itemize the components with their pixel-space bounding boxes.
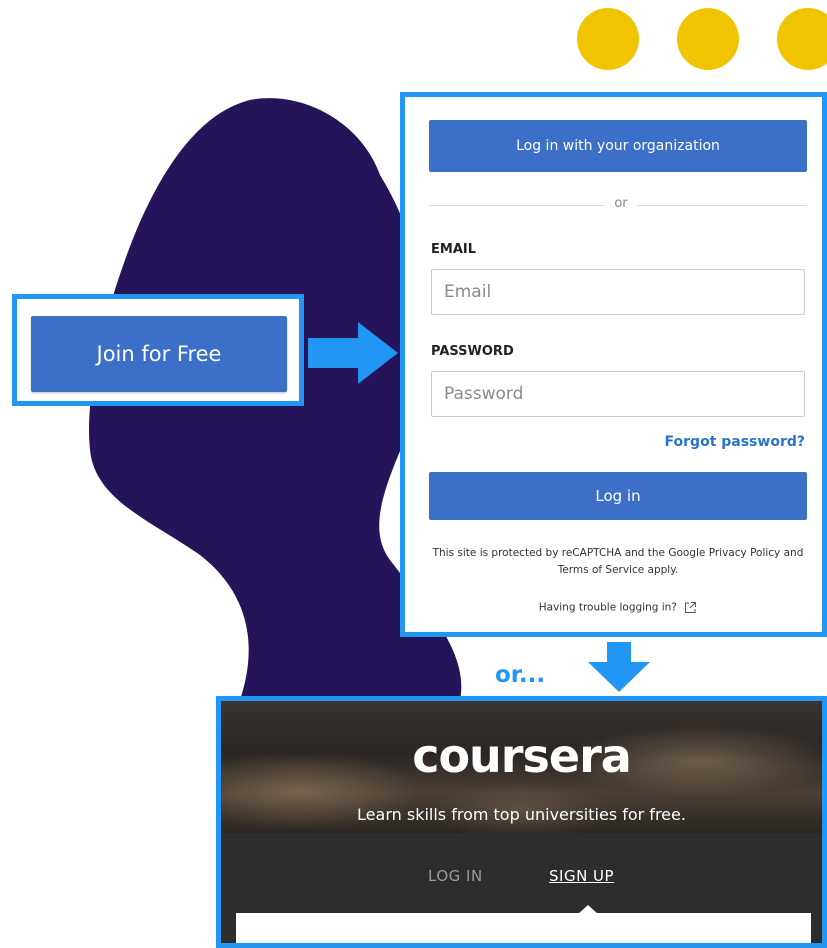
coursera-logo: coursera xyxy=(412,729,632,783)
forgot-password-link[interactable]: Forgot password? xyxy=(665,434,805,450)
coursera-tagline: Learn skills from top universities for f… xyxy=(357,805,686,824)
password-input[interactable] xyxy=(431,371,805,417)
coursera-signup-panel: coursera Learn skills from top universit… xyxy=(216,696,827,948)
arrow-down-icon xyxy=(588,642,650,692)
tab-log-in[interactable]: LOG IN xyxy=(428,867,483,885)
trouble-text[interactable]: Having trouble logging in? xyxy=(539,602,677,614)
password-label: PASSWORD xyxy=(431,344,514,359)
or-connector-label: or... xyxy=(495,662,546,688)
signup-form-card xyxy=(236,913,811,943)
join-for-free-button[interactable]: Join for Free xyxy=(31,316,287,392)
org-login-button[interactable]: Log in with your organization xyxy=(429,120,807,172)
recaptcha-notice: This site is protected by reCAPTCHA and … xyxy=(432,547,804,576)
join-highlight-frame: Join for Free xyxy=(12,294,304,406)
email-label: EMAIL xyxy=(431,242,476,257)
email-input[interactable] xyxy=(431,269,805,315)
login-button[interactable]: Log in xyxy=(429,472,807,520)
divider-line xyxy=(637,205,807,206)
external-link-icon xyxy=(685,602,697,613)
divider-or-label: or xyxy=(614,196,628,211)
login-panel: Log in with your organization or EMAIL P… xyxy=(400,92,827,637)
divider-line xyxy=(429,205,605,206)
tab-sign-up[interactable]: SIGN UP xyxy=(549,867,614,885)
trouble-logging-in-link[interactable]: Having trouble logging in? xyxy=(429,601,807,614)
arrow-right-icon xyxy=(308,322,398,384)
